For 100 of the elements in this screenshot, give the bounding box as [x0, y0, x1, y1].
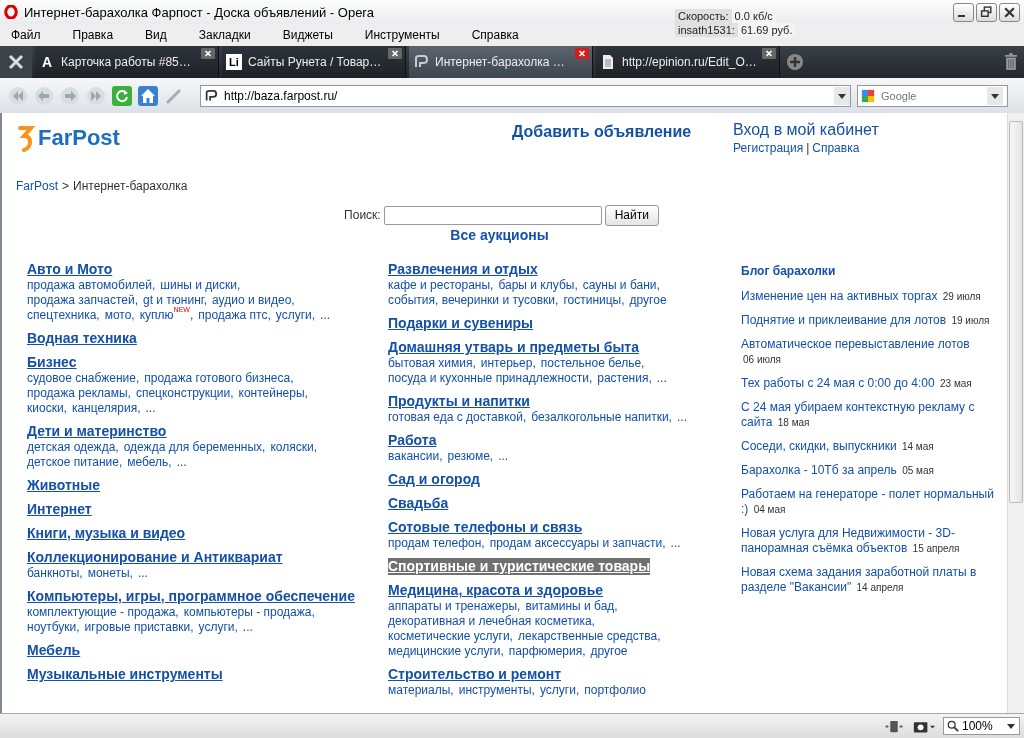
category-link[interactable]: Строительство и ремонт [388, 666, 561, 683]
subcategory-link[interactable]: растения, [597, 371, 652, 386]
register-link[interactable]: Регистрация [733, 141, 804, 155]
subcategory-link[interactable]: коляски, [270, 440, 317, 455]
blog-post-link[interactable]: Барахолка - 10Тб за апрель 05 мая [741, 463, 996, 478]
category-link[interactable]: Работа [388, 432, 437, 449]
close-button[interactable] [999, 2, 1020, 22]
blog-post-link[interactable]: Поднятие и приклеивание для лотов 19 июля [741, 313, 996, 328]
subcategory-link[interactable]: детская одежда, [27, 440, 119, 455]
menu-item[interactable]: Виджеты [275, 26, 340, 44]
subcategory-link[interactable]: декоративная и лечебная косметика, [388, 614, 595, 629]
blog-post-link[interactable]: С 24 мая убираем контекстную рекламу с сайта 18 мая [741, 400, 996, 430]
subcategory-link[interactable]: канцелярия, [71, 401, 141, 416]
subcategory-link[interactable]: мебель, [127, 455, 172, 470]
subcategory-link[interactable]: ... [656, 371, 667, 386]
dropdown-icon[interactable] [987, 86, 1003, 105]
category-link[interactable]: Развлечения и отдых [388, 261, 538, 278]
device-icon[interactable] [883, 718, 905, 734]
breadcrumb-link[interactable]: FarPost [16, 179, 58, 203]
subcategory-link[interactable]: косметические услуги, [388, 629, 513, 644]
browser-tab[interactable]: Li Сайты Рунета / Товар… [222, 46, 406, 78]
reload-icon[interactable] [112, 85, 132, 106]
subcategory-link[interactable]: спецтехника, [27, 308, 100, 323]
browser-tab[interactable]: A Карточка работы #85… [35, 46, 219, 78]
category-link[interactable]: Свадьба [388, 495, 449, 512]
category-link[interactable]: Водная техника [27, 330, 137, 347]
subcategory-link[interactable]: постельное белье, [540, 356, 645, 371]
category-link[interactable]: Коллекционирование и Антиквариат [27, 549, 283, 566]
category-link[interactable]: Медицина, красота и здоровье [388, 582, 604, 599]
category-link[interactable]: Мебель [27, 642, 81, 659]
category-link[interactable]: Авто и Мото [27, 261, 113, 278]
category-link[interactable]: Животные [27, 477, 100, 494]
subcategory-link[interactable]: продажа автомобилей, [27, 278, 156, 293]
subcategory-link[interactable]: ... [145, 401, 156, 416]
zoom-field[interactable]: 100% [943, 717, 1020, 735]
subcategory-link[interactable]: другое [629, 293, 667, 308]
browser-tab[interactable]: http://epinion.ru/Edit_O… [596, 46, 780, 78]
subcategory-link[interactable]: спецконструкции, [135, 386, 234, 401]
address-field[interactable]: http://baza.farpost.ru/ [200, 84, 851, 107]
home-icon[interactable] [138, 85, 158, 106]
subcategory-link[interactable]: киоски, [27, 401, 67, 416]
login-link[interactable]: Вход в мой кабинет [733, 121, 879, 139]
category-link[interactable]: Компьютеры, игры, программное обеспечение [27, 588, 355, 605]
blog-post-link[interactable]: Изменение цен на активных торгах 29 июля [741, 289, 996, 304]
search-input[interactable] [383, 205, 602, 225]
subcategory-link[interactable]: гостиницы, [563, 293, 625, 308]
subcategory-link[interactable]: аудио и видео, [212, 293, 295, 308]
subcategory-link[interactable]: монеты, [87, 566, 133, 581]
blog-post-link[interactable]: Автоматическое перевыставление лотов 06 июля [741, 337, 996, 367]
subcategory-link[interactable]: ... [670, 536, 681, 551]
add-tab-icon[interactable] [786, 53, 804, 71]
subcategory-link[interactable]: портфолио [584, 683, 646, 698]
subcategory-link[interactable]: другое [590, 644, 628, 659]
subcategory-link[interactable]: аппараты и тренажеры, [388, 599, 521, 614]
find-button[interactable]: Найти [604, 204, 659, 226]
all-auctions-link[interactable]: Все аукционы [450, 227, 549, 261]
subcategory-link[interactable]: ... [137, 566, 148, 581]
search-box[interactable]: Google [857, 84, 1008, 107]
tools-button[interactable] [0, 46, 32, 78]
subcategory-link[interactable]: компьютеры - продажа, [183, 605, 315, 620]
subcategory-link[interactable]: ноутбуки, [27, 620, 80, 635]
subcategory-link[interactable]: gt и тюнинг, [142, 293, 208, 308]
menu-item[interactable]: Закладки [191, 26, 258, 44]
subcategory-link[interactable]: бары и клубы, [498, 278, 578, 293]
menu-item[interactable]: Правка [65, 26, 121, 44]
blog-post-link[interactable]: Соседи, скидки, выпускники 14 мая [741, 439, 996, 454]
subcategory-link[interactable]: инструменты, [458, 683, 535, 698]
subcategory-link[interactable]: материалы, [388, 683, 454, 698]
subcategory-link[interactable]: услуги, [275, 308, 316, 323]
menu-item[interactable]: Справка [464, 26, 526, 44]
help-link[interactable]: Справка [812, 141, 860, 155]
subcategory-link[interactable]: посуда и кухонные принадлежности, [388, 371, 593, 386]
subcategory-link[interactable]: куплю$^{NEW}$, [139, 308, 194, 323]
menu-item[interactable]: Файл [4, 26, 48, 44]
category-link[interactable]: Дети и материнство [27, 423, 167, 440]
add-ad-link[interactable]: Добавить объявление [512, 123, 733, 141]
subcategory-link[interactable]: комплектующие - продажа, [27, 605, 179, 620]
subcategory-link[interactable]: контейнеры, [238, 386, 308, 401]
category-link[interactable]: Музыкальные инструменты [27, 666, 223, 683]
subcategory-link[interactable]: детское питание, [27, 455, 123, 470]
subcategory-link[interactable]: продам аксессуары и запчасти, [489, 536, 666, 551]
scrollbar[interactable] [1007, 113, 1024, 713]
subcategory-link[interactable]: шины и диски, [160, 278, 241, 293]
subcategory-link[interactable]: интерьер, [480, 356, 536, 371]
subcategory-link[interactable]: кафе и рестораны, [388, 278, 494, 293]
subcategory-link[interactable]: парфюмерия, [508, 644, 586, 659]
subcategory-link[interactable]: бытовая химия, [388, 356, 476, 371]
menu-item[interactable]: Инструменты [357, 26, 447, 44]
subcategory-link[interactable]: одежда для беременных, [123, 440, 266, 455]
minimize-button[interactable] [953, 2, 974, 22]
subcategory-link[interactable]: продажа рекламы, [27, 386, 131, 401]
subcategory-link[interactable]: вакансии, [388, 449, 443, 464]
subcategory-link[interactable]: ... [320, 308, 331, 323]
subcategory-link[interactable]: ... [498, 449, 509, 464]
subcategory-link[interactable]: банкноты, [27, 566, 83, 581]
subcategory-link[interactable]: ... [676, 410, 687, 425]
subcategory-link[interactable]: услуги, [539, 683, 580, 698]
subcategory-link[interactable]: услуги, [198, 620, 238, 635]
category-link[interactable]: Подарки и сувениры [388, 315, 533, 332]
subcategory-link[interactable]: медицинские услуги, [388, 644, 504, 659]
